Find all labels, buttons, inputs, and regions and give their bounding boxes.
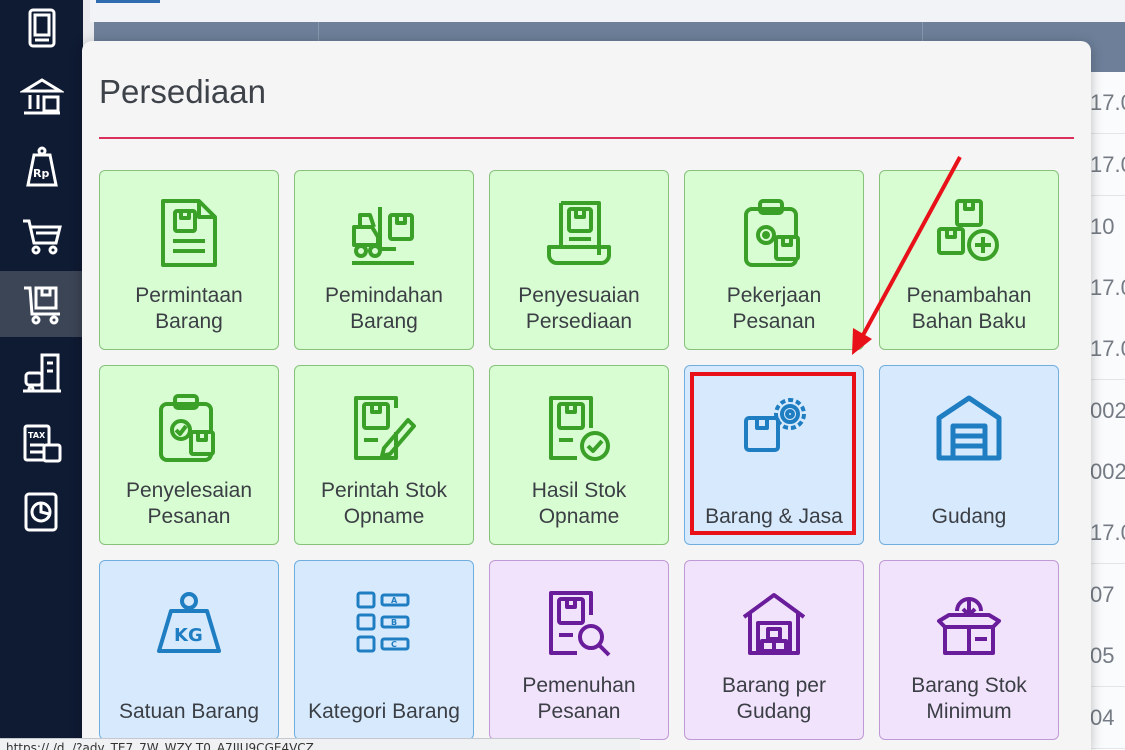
tax-calculator-icon: TAX: [23, 424, 61, 463]
tile-barang-stok-minimum[interactable]: Barang Stok Minimum: [879, 560, 1059, 740]
background-toolbar: [90, 0, 1125, 22]
tile-hasil-stok-opname[interactable]: Hasil Stok Opname: [489, 365, 669, 545]
tile-label: Satuan Barang: [118, 700, 260, 723]
tile-satuan-barang[interactable]: KG Satuan Barang: [99, 560, 279, 740]
svg-text:KG: KG: [174, 625, 203, 646]
sidebar-item-inventory[interactable]: [0, 271, 83, 337]
background-cell: 17.0: [1090, 257, 1125, 319]
sidebar-item-tax[interactable]: TAX: [0, 410, 83, 476]
tile-label: Penambahan Bahan Baku: [906, 284, 1032, 333]
tile-label: Barang Stok Minimum: [911, 674, 1027, 723]
tile-pemindahan-barang[interactable]: Pemindahan Barang: [294, 170, 474, 350]
min-stock-box-icon: [937, 597, 1001, 655]
tile-label: Perintah Stok Opname: [320, 479, 448, 528]
background-cell: 17.0: [1090, 318, 1125, 380]
background-cell: 10: [1090, 196, 1125, 258]
stock-opname-check-icon: [549, 396, 610, 461]
background-cell: 04: [1090, 687, 1125, 749]
shopping-cart-icon: [22, 219, 62, 255]
background-cell: 17.0: [1090, 72, 1125, 134]
order-search-icon: [549, 591, 611, 657]
status-bar-url: https:// /d. /?adv_TE7_7W_WZY T0_A7IIU9C…: [0, 738, 640, 750]
tile-barang-per-gudang[interactable]: Barang per Gudang: [684, 560, 864, 740]
sidebar-item-assets[interactable]: [0, 340, 83, 406]
category-grid-icon: A B C: [356, 591, 410, 653]
svg-text:C: C: [391, 640, 397, 649]
sidebar-item-ledger[interactable]: [0, 0, 83, 61]
adjustment-scroll-icon: [547, 201, 611, 265]
tile-perintah-stok-opname[interactable]: Perintah Stok Opname: [294, 365, 474, 545]
tile-label: Pekerjaan Pesanan: [726, 284, 822, 333]
background-cell: 17.0: [1090, 502, 1125, 564]
tile-label: Kategori Barang: [308, 700, 460, 723]
tile-label: Pemenuhan Pesanan: [522, 674, 636, 723]
background-cell: 002: [1090, 380, 1125, 442]
tile-penyesuaian-persediaan[interactable]: Penyesuaian Persediaan: [489, 170, 669, 350]
tile-label: Permintaan Barang: [135, 284, 243, 333]
sidebar-item-sales[interactable]: Rp: [0, 134, 83, 200]
svg-text:Rp: Rp: [33, 167, 49, 180]
warehouse-icon: [936, 395, 1002, 461]
tile-pemenuhan-pesanan[interactable]: Pemenuhan Pesanan: [489, 560, 669, 740]
add-material-icon: [937, 199, 999, 261]
background-cell: 17.0: [1090, 134, 1125, 196]
background-cell: 002: [1090, 441, 1125, 503]
tile-label: Gudang: [931, 505, 1007, 528]
panel-title: Persediaan: [99, 73, 266, 110]
tile-pekerjaan-pesanan[interactable]: Pekerjaan Pesanan: [684, 170, 864, 350]
ledger-book-icon: [28, 8, 55, 48]
tile-gudang[interactable]: Gudang: [879, 365, 1059, 545]
document-box-icon: [161, 199, 217, 267]
report-chart-icon: [24, 492, 57, 532]
persediaan-menu-panel: Persediaan Permintaan Barang Pemindahan …: [82, 41, 1091, 750]
tile-permintaan-barang[interactable]: Permintaan Barang: [99, 170, 279, 350]
sidebar-item-purchase[interactable]: [0, 202, 83, 268]
title-divider: [99, 137, 1074, 139]
sidebar-item-reports[interactable]: [0, 479, 83, 545]
background-active-tab-indicator: [96, 0, 160, 3]
main-sidebar: Rp TAX: [0, 0, 83, 750]
tile-label: Penyelesaian Pesanan: [125, 479, 253, 528]
svg-text:B: B: [391, 618, 397, 627]
work-order-clipboard-icon: [744, 199, 800, 267]
tile-label: Hasil Stok Opname: [531, 479, 627, 528]
tile-label: Pemindahan Barang: [325, 284, 443, 333]
svg-text:A: A: [391, 596, 398, 605]
tile-label: Barang per Gudang: [722, 674, 826, 723]
tile-label: Penyesuaian Persediaan: [518, 284, 640, 333]
item-gear-icon: [744, 398, 806, 452]
tile-kategori-barang[interactable]: A B C Kategori Barang: [294, 560, 474, 740]
background-cell: 07: [1090, 564, 1125, 626]
order-complete-clipboard-icon: [159, 394, 215, 462]
inventory-cart-icon: [23, 286, 60, 325]
bank-building-icon: [19, 78, 64, 115]
tile-barang-jasa[interactable]: Barang & Jasa: [684, 365, 864, 545]
kg-weight-icon: KG: [157, 592, 221, 653]
tile-penyelesaian-pesanan[interactable]: Penyelesaian Pesanan: [99, 365, 279, 545]
sidebar-item-bank[interactable]: [0, 64, 83, 130]
background-cell: 05: [1090, 625, 1125, 687]
forklift-icon: [352, 207, 414, 265]
warehouse-stock-icon: [742, 593, 806, 655]
tile-label: Barang & Jasa: [705, 505, 843, 528]
price-tag-rp-icon: Rp: [25, 146, 58, 187]
assets-building-icon: [22, 353, 61, 393]
tile-penambahan-bahan-baku[interactable]: Penambahan Bahan Baku: [879, 170, 1059, 350]
stock-opname-pencil-icon: [354, 396, 416, 460]
svg-text:TAX: TAX: [28, 431, 46, 440]
